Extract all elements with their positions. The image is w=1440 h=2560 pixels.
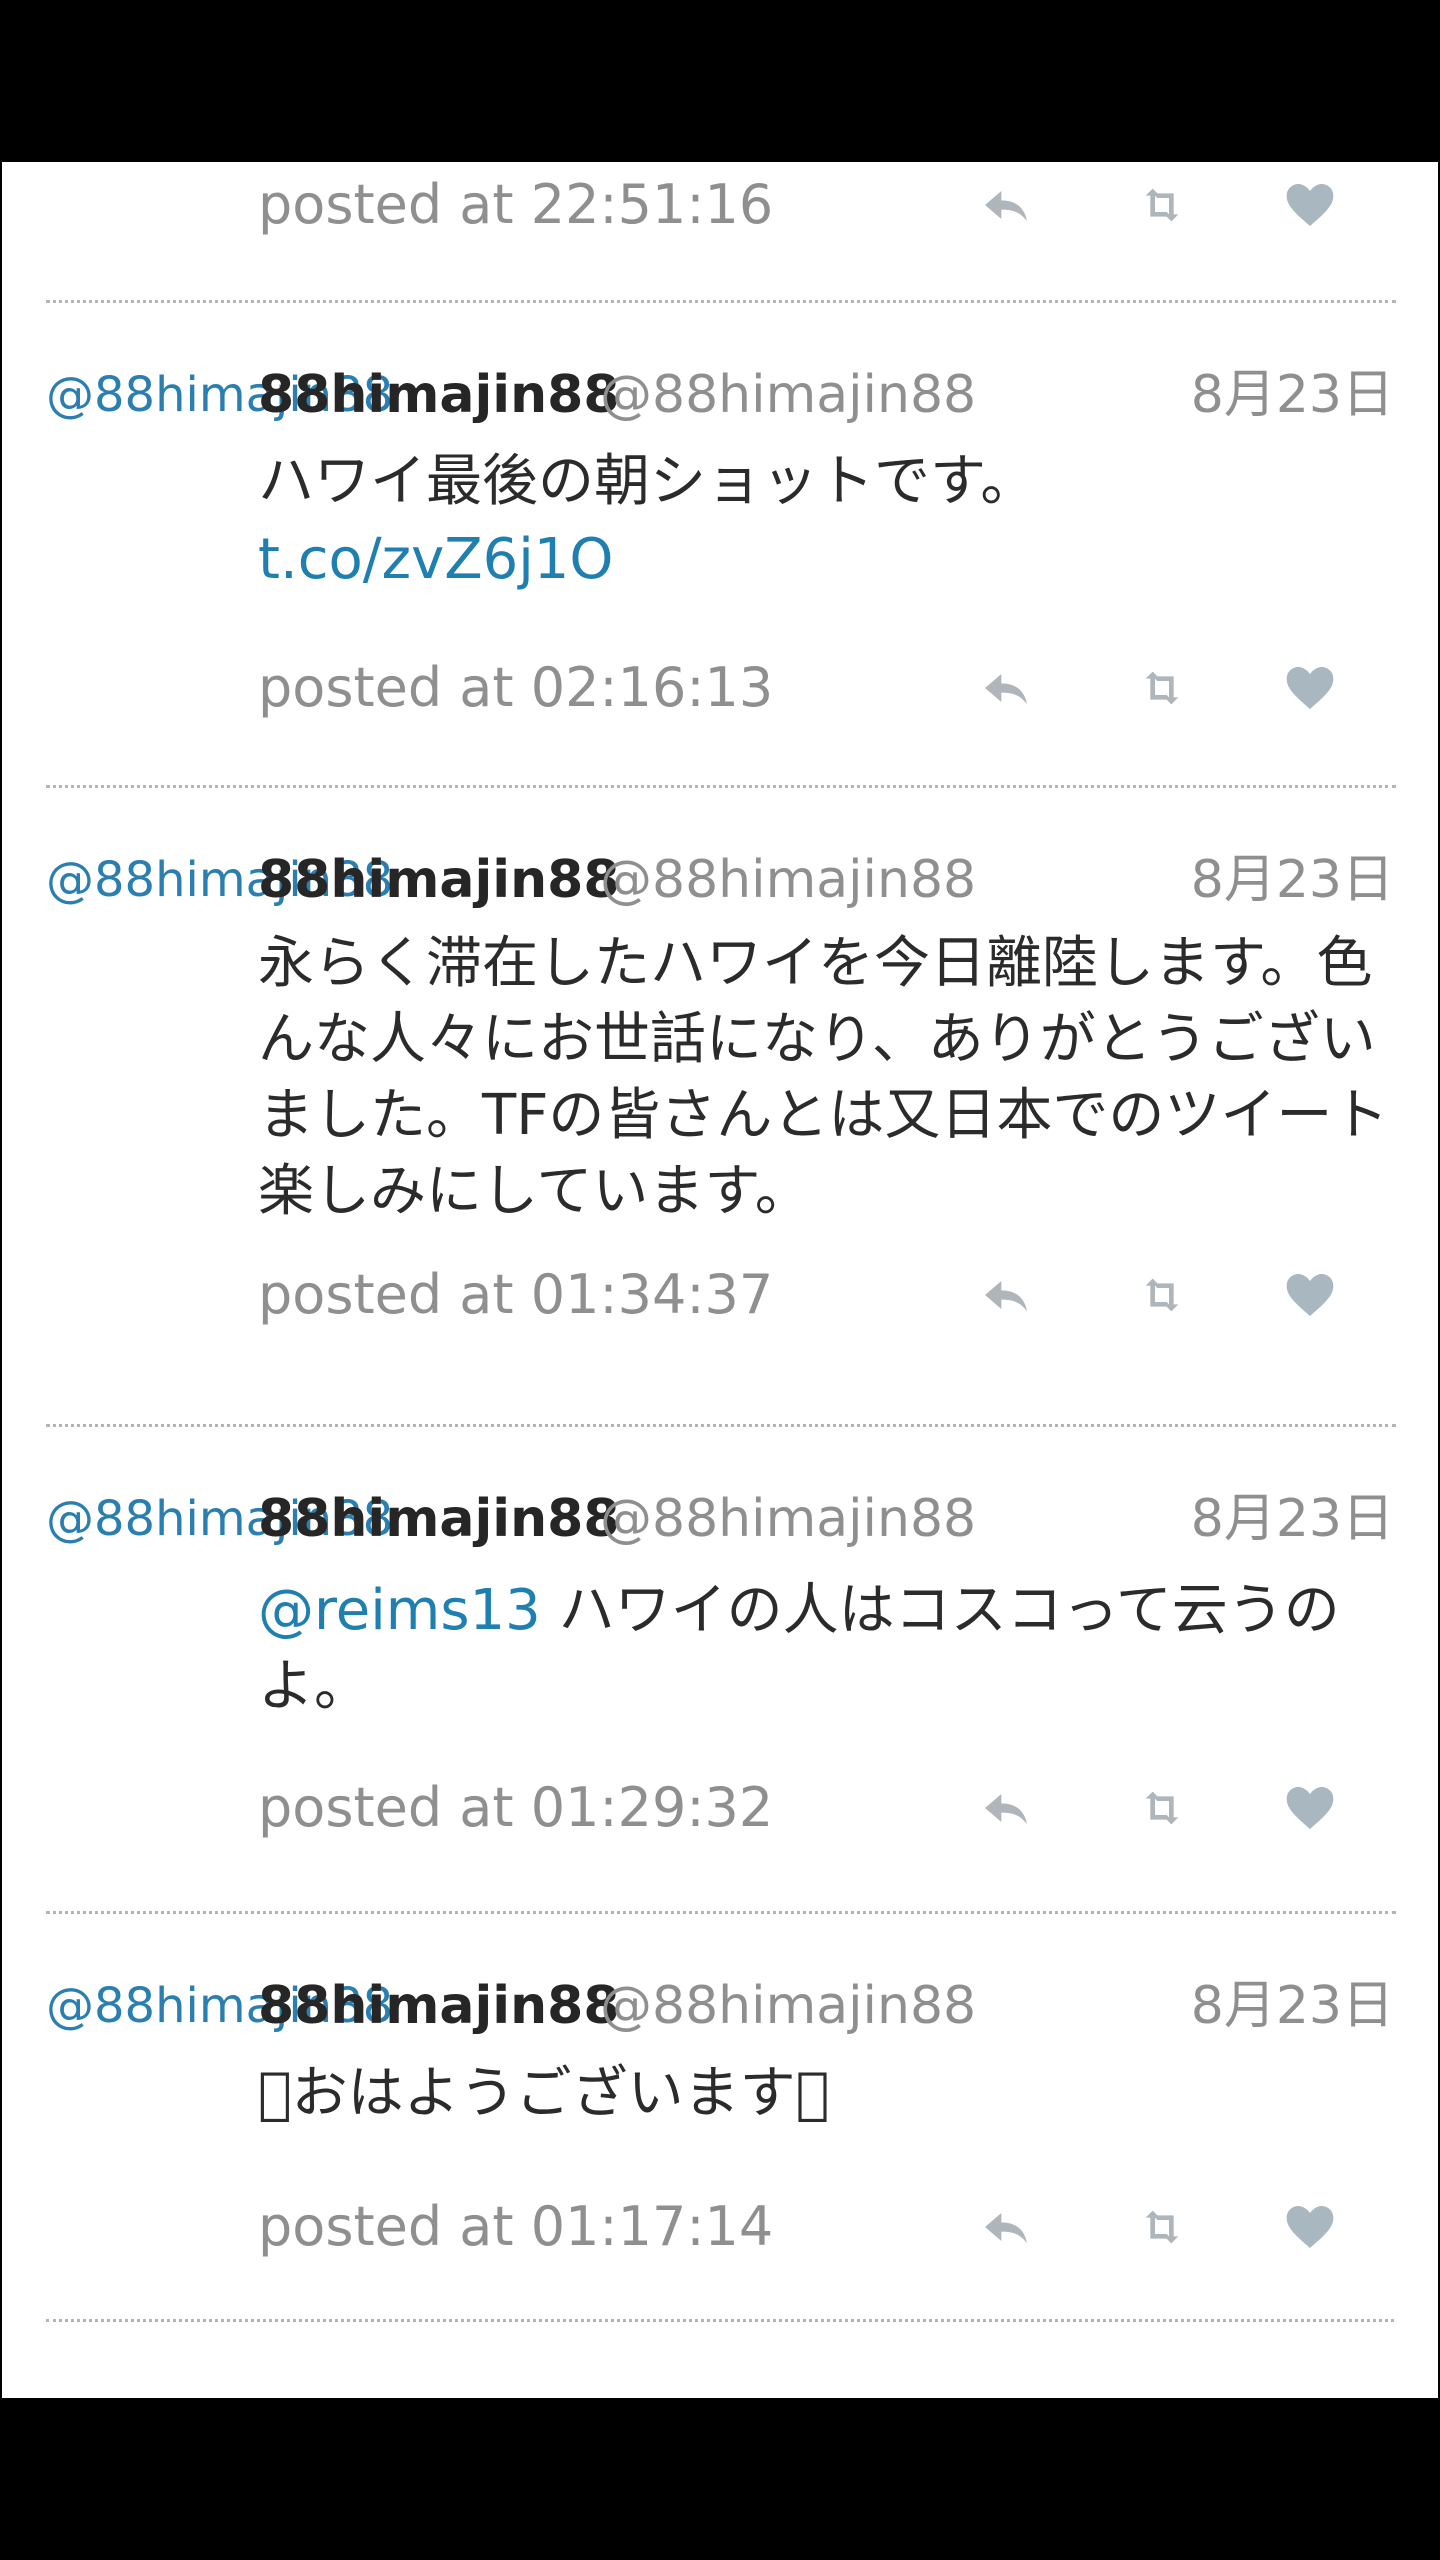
heart-icon[interactable] [1282, 1780, 1338, 1836]
retweet-icon[interactable] [1134, 2199, 1190, 2255]
mention-link[interactable]: @reims13 [258, 1578, 541, 1643]
heart-icon[interactable] [1282, 660, 1338, 716]
tweet-link[interactable]: t.co/zvZ6j1O [258, 521, 1418, 599]
tweet-item[interactable]: @88himajin88 88himajin88 @88himajin88 8月… [46, 300, 1396, 787]
reply-icon[interactable] [978, 1780, 1034, 1836]
retweet-icon[interactable] [1134, 1267, 1190, 1323]
heart-icon[interactable] [1282, 177, 1338, 233]
tweet-date: 8月23日 [1190, 365, 1394, 425]
tweet-text: ハワイ最後の朝ショットです。 t.co/zvZ6j1O [258, 443, 1418, 599]
tweet-text:  おはようございます  [258, 2061, 830, 2126]
reply-icon[interactable] [978, 2199, 1034, 2255]
tweet-actions [978, 653, 1378, 723]
tweet-date: 8月23日 [1190, 1489, 1394, 1549]
posted-time: posted at 02:16:13 [258, 656, 774, 719]
author-handle[interactable]: @88himajin88 [600, 1976, 976, 2036]
tweet-item[interactable]: @88himajin88 88himajin88 @88himajin88 8月… [46, 1424, 1396, 1911]
reply-icon[interactable] [978, 1267, 1034, 1323]
author-name[interactable]: 88himajin88 [258, 1489, 620, 1549]
author-handle[interactable]: @88himajin88 [600, 850, 976, 910]
retweet-icon[interactable] [1134, 660, 1190, 716]
author-name[interactable]: 88himajin88 [258, 850, 620, 910]
divider [46, 2319, 1394, 2322]
tweet-actions [978, 2192, 1378, 2262]
author-name[interactable]: 88himajin88 [258, 1976, 620, 2036]
tweet-item[interactable]: posted at 22:51:16 [2, 162, 1438, 322]
retweet-icon[interactable] [1134, 177, 1190, 233]
posted-time: posted at 01:29:32 [258, 1776, 774, 1839]
tweet-body: ハワイ最後の朝ショットです。 [258, 449, 1037, 514]
posted-time: posted at 22:51:16 [258, 173, 774, 236]
posted-time: posted at 01:17:14 [258, 2195, 774, 2258]
heart-icon[interactable] [1282, 2199, 1338, 2255]
tweet-text: @reims13 ハワイの人はコスコって云うのよ。 [258, 1573, 1408, 1725]
retweet-icon[interactable] [1134, 1780, 1190, 1836]
timeline: posted at 22:51:16 @88himajin88 88himaji… [2, 162, 1438, 2398]
author-name[interactable]: 88himajin88 [258, 365, 620, 425]
tweet-date: 8月23日 [1190, 1976, 1394, 2036]
heart-icon[interactable] [1282, 1267, 1338, 1323]
tweet-item[interactable]: @88himajin88 88himajin88 @88himajin88 8月… [46, 1911, 1396, 2322]
posted-time: posted at 01:34:37 [258, 1263, 774, 1326]
tweet-date: 8月23日 [1190, 850, 1394, 910]
tweet-item[interactable]: @88himajin88 88himajin88 @88himajin88 8月… [46, 785, 1396, 1424]
author-handle[interactable]: @88himajin88 [600, 365, 976, 425]
reply-icon[interactable] [978, 177, 1034, 233]
tweet-text: 永らく滞在したハワイを今日離陸します。色んな人々にお世話になり、ありがとうござい… [258, 931, 1389, 1224]
author-handle[interactable]: @88himajin88 [600, 1489, 976, 1549]
tweet-actions [978, 1773, 1378, 1843]
tweet-actions [978, 1260, 1378, 1330]
reply-icon[interactable] [978, 660, 1034, 716]
tweet-actions [978, 170, 1378, 240]
screen: posted at 22:51:16 @88himajin88 88himaji… [0, 0, 1440, 2560]
